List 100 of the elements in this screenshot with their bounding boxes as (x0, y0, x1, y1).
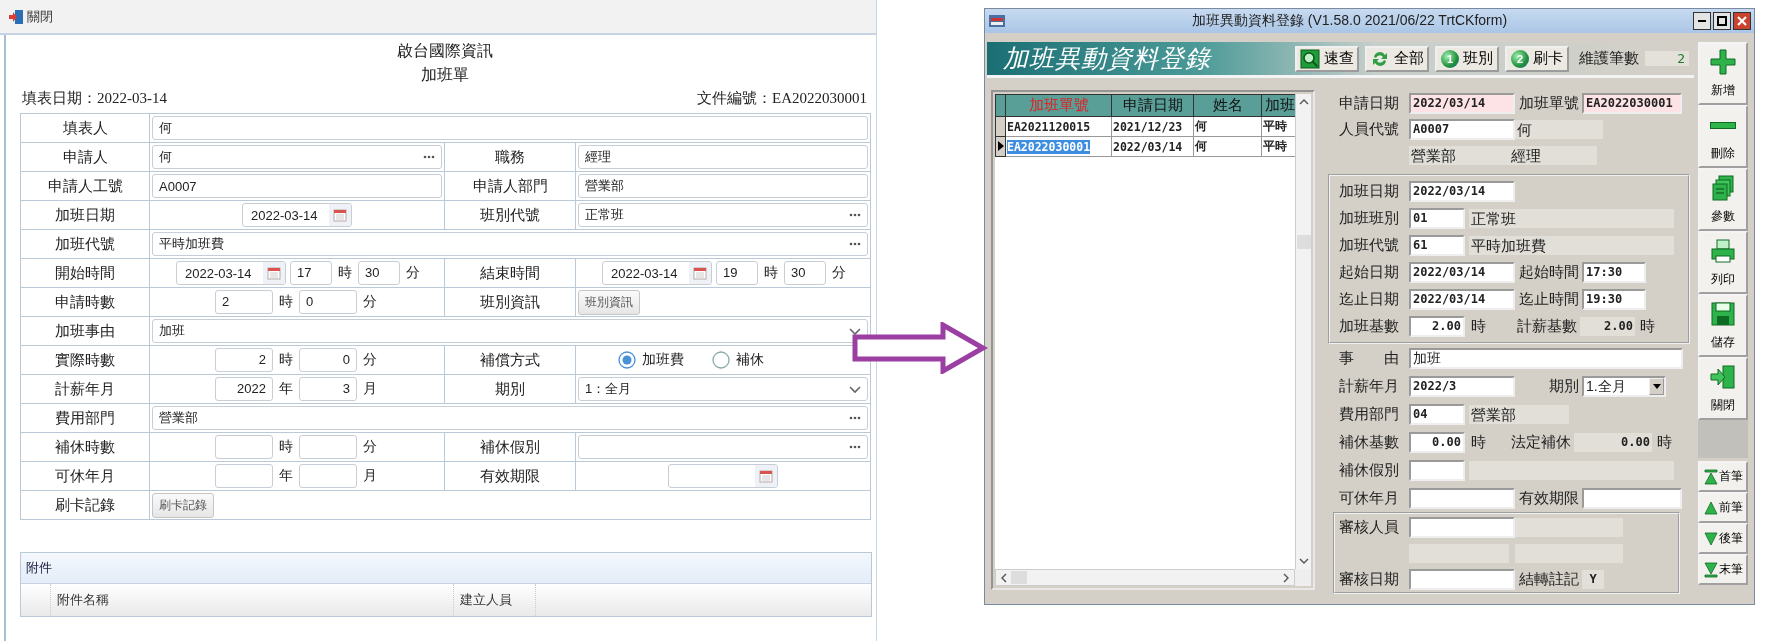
date-field[interactable]: 2022-03-14 (602, 261, 712, 285)
text-field[interactable]: EA2022030001 (1582, 92, 1682, 114)
navigation-button[interactable]: 後筆 (1698, 523, 1748, 554)
picker-field[interactable]: 營業部 (152, 406, 869, 430)
minimize-button[interactable] (1693, 12, 1711, 30)
input-field[interactable] (215, 464, 273, 488)
input-field[interactable]: 3 (299, 377, 357, 401)
field-label: 加班日期 (1339, 182, 1400, 201)
text-field[interactable]: A0007 (152, 174, 442, 198)
input-field[interactable]: 2 (215, 290, 273, 314)
toolbar-button[interactable]: 刪除 (1698, 105, 1748, 168)
field-label: 加班日期 (20, 200, 150, 230)
text-field[interactable]: A0007 (1409, 118, 1515, 140)
field-label: 迄止日期 (1339, 290, 1400, 309)
column-header[interactable]: 加班 (1261, 94, 1296, 117)
text-field[interactable]: 營業部 (578, 174, 869, 198)
grid-cell[interactable]: 2022/03/14 (1111, 136, 1194, 157)
scroll-thumb[interactable] (1011, 571, 1027, 584)
text-field[interactable] (1409, 487, 1515, 509)
input-field[interactable]: 2022 (215, 377, 273, 401)
action-button[interactable]: 班別資訊 (578, 289, 640, 315)
dropdown-field[interactable]: 加班 (152, 319, 869, 343)
column-header[interactable]: 姓名 (1193, 94, 1262, 117)
readout: 營業部 (1409, 145, 1509, 165)
input-field[interactable]: 0 (299, 348, 357, 372)
action-button[interactable]: 刷卡記錄 (152, 492, 214, 518)
text-field[interactable]: 61 (1409, 235, 1465, 256)
input-field[interactable]: 19 (716, 261, 758, 285)
time-field[interactable]: 17:30 (1582, 262, 1646, 283)
time-field[interactable]: 19:30 (1582, 289, 1646, 310)
grid-cell[interactable]: 2021/12/23 (1111, 116, 1194, 137)
number-field[interactable]: 2.00 (1409, 316, 1465, 337)
input-field[interactable]: 17 (290, 261, 332, 285)
picker-field[interactable]: 平時加班費 (152, 232, 869, 256)
toolbar-button[interactable]: 1 班別 (1435, 45, 1499, 72)
input-field[interactable] (299, 435, 357, 459)
text-field[interactable]: 2022/03/14 (1409, 92, 1515, 114)
text-field[interactable]: 2022/03/14 (1409, 262, 1515, 283)
grid-cell[interactable]: 何 (1193, 136, 1262, 157)
field-label: 加班事由 (20, 316, 150, 346)
exit-icon (1709, 363, 1737, 391)
picker-field[interactable]: 何 (152, 145, 442, 169)
unit-label: 分 (362, 293, 378, 311)
navigation-button[interactable]: 首筆 (1698, 461, 1748, 492)
vertical-scrollbar[interactable] (1295, 94, 1311, 569)
scroll-thumb[interactable] (1296, 235, 1311, 249)
toolbar-button[interactable]: 2 刷卡 (1505, 45, 1569, 72)
date-field[interactable]: 2022-03-14 (176, 261, 286, 285)
horizontal-scrollbar[interactable] (995, 569, 1296, 586)
text-field[interactable]: 何 (152, 116, 869, 140)
close-button[interactable] (1733, 12, 1751, 30)
text-field[interactable]: 2022/03/14 (1409, 289, 1515, 310)
input-field[interactable]: 30 (358, 261, 400, 285)
text-field[interactable]: 經理 (578, 145, 869, 169)
input-field[interactable] (299, 464, 357, 488)
navigation-button[interactable]: 前筆 (1698, 492, 1748, 523)
radio-button[interactable]: 補休 (712, 351, 764, 369)
column-header[interactable]: 申請日期 (1111, 94, 1194, 117)
text-field[interactable] (1409, 516, 1515, 538)
maximize-button[interactable] (1713, 12, 1731, 30)
text-field[interactable] (1582, 487, 1682, 509)
toolbar-button[interactable]: 列印 (1698, 231, 1748, 294)
grid-cell[interactable]: 何 (1193, 116, 1262, 137)
text-field[interactable] (1409, 568, 1515, 590)
record-count: 2 (1645, 51, 1689, 66)
field-label: 補休基數 (1339, 432, 1400, 452)
input-field[interactable]: 30 (784, 261, 826, 285)
date-field[interactable]: 2022-03-14 (242, 203, 352, 227)
input-field[interactable]: 2 (215, 348, 273, 372)
toolbar-button[interactable]: 儲存 (1698, 294, 1748, 357)
text-field[interactable]: 04 (1409, 403, 1465, 425)
text-field[interactable]: 2022/3 (1409, 375, 1515, 397)
picker-field[interactable]: 正常班 (578, 203, 869, 227)
text-field[interactable]: 加班 (1409, 347, 1683, 369)
grid-cell[interactable]: EA2021120015 (1005, 116, 1112, 137)
text-field[interactable] (1409, 459, 1465, 481)
number-field[interactable]: 0.00 (1409, 431, 1465, 453)
minimize-icon (1698, 20, 1706, 22)
close-button[interactable]: 關閉 (6, 5, 55, 28)
chevron-down-icon (849, 326, 862, 336)
field-label: 法定補休 (1510, 432, 1571, 452)
unit-label: 年 (278, 380, 294, 398)
navigation-button[interactable]: 末筆 (1698, 554, 1748, 585)
date-field[interactable] (668, 464, 778, 488)
input-field[interactable]: 0 (299, 290, 357, 314)
field-label: 加班代號 (20, 229, 150, 259)
input-field[interactable] (215, 435, 273, 459)
dropdown-field[interactable]: 1.全月 (1582, 375, 1666, 397)
dropdown-field[interactable]: 1：全月 (578, 377, 869, 401)
toolbar-button[interactable]: 新增 (1698, 42, 1748, 105)
toolbar-button[interactable]: 全部 (1365, 45, 1429, 72)
toolbar-button[interactable]: 參數 (1698, 168, 1748, 231)
text-field[interactable]: 2022/03/14 (1409, 181, 1515, 202)
radio-button[interactable]: 加班費 (618, 351, 684, 369)
field-label: 迄止時間 (1518, 290, 1579, 309)
toolbar-button[interactable]: 速查 (1295, 45, 1359, 72)
picker-field[interactable] (578, 435, 869, 459)
text-field[interactable]: 01 (1409, 208, 1465, 229)
close-icon (1737, 16, 1747, 26)
toolbar-button[interactable]: 關閉 (1698, 357, 1748, 420)
